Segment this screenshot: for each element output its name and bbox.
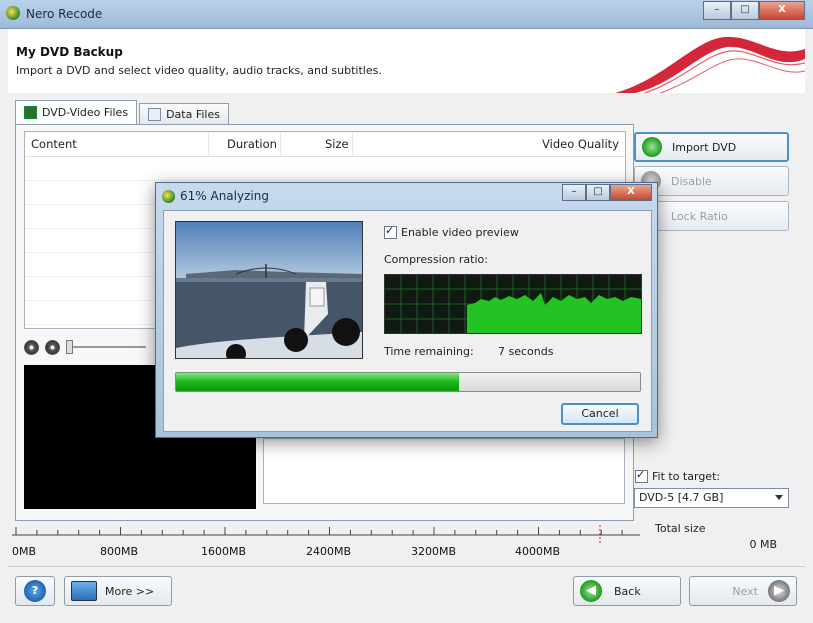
more-button[interactable]: More >> (64, 576, 172, 606)
footer-bar: ? More >> ◀ Back Next ▶ (8, 566, 805, 619)
compression-ratio-graph (384, 274, 642, 334)
target-size-select[interactable]: DVD-5 [4.7 GB] (634, 488, 789, 508)
size-ruler: 0MB 800MB 1600MB 2400MB 3200MB 4000MB (12, 523, 640, 563)
ruler-label: 4000MB (515, 545, 561, 558)
title-bar[interactable]: Nero Recode – □ X (0, 0, 813, 29)
cancel-button[interactable]: Cancel (561, 403, 639, 425)
button-label: Lock Ratio (671, 209, 728, 223)
dialog-close-button[interactable]: X (610, 184, 652, 201)
stream-list-box[interactable] (263, 438, 625, 504)
nero-swoosh-logo (615, 36, 805, 93)
fit-to-target-label: Fit to target: (652, 470, 721, 483)
monitor-icon (71, 581, 97, 601)
total-size-value: 0 MB (749, 538, 777, 551)
player-controls (24, 336, 164, 358)
column-header-duration[interactable]: Duration (209, 132, 281, 156)
back-button[interactable]: ◀ Back (573, 576, 681, 606)
video-preview-image (175, 221, 363, 359)
table-row[interactable] (25, 157, 625, 181)
ruler-label: 1600MB (201, 545, 247, 558)
fit-to-target-checkbox[interactable] (635, 468, 648, 483)
button-label: Back (614, 584, 641, 598)
button-label: Next (732, 584, 758, 598)
ruler-label: 3200MB (411, 545, 457, 558)
document-icon (148, 107, 162, 121)
help-icon: ? (24, 580, 46, 602)
tab-data-files[interactable]: Data Files (139, 103, 229, 124)
button-label: More >> (105, 584, 155, 598)
plus-icon (642, 137, 662, 157)
tab-dvd-video-files[interactable]: DVD-Video Files (15, 100, 138, 124)
compression-ratio-label: Compression ratio: (384, 253, 488, 266)
progress-fill (176, 373, 460, 391)
import-dvd-button[interactable]: Import DVD (634, 132, 789, 162)
dialog-title: 61% Analyzing (180, 189, 269, 203)
total-size-box: Total size 0 MB (647, 520, 785, 560)
button-label: Disable (671, 174, 712, 188)
ruler-label: 2400MB (306, 545, 352, 558)
time-remaining-value: 7 seconds (498, 345, 554, 358)
dialog-body: Enable video preview Compression ratio: … (163, 210, 652, 432)
analyzing-dialog: 61% Analyzing – □ X ✓ Enable video previ… (155, 182, 658, 438)
stop-icon[interactable] (24, 339, 39, 355)
column-header-content[interactable]: Content (25, 132, 209, 156)
window-title: Nero Recode (26, 7, 103, 21)
film-icon (24, 106, 37, 119)
enable-video-preview-checkbox[interactable] (384, 224, 397, 239)
back-arrow-icon: ◀ (580, 580, 602, 602)
page-subtitle: Import a DVD and select video quality, a… (16, 64, 382, 77)
next-button[interactable]: Next ▶ (689, 576, 797, 606)
dialog-minimize-button[interactable]: – (562, 184, 586, 201)
fit-to-target: Fit to target: (635, 468, 721, 483)
chevron-down-icon (775, 495, 783, 500)
tab-label: Data Files (166, 107, 220, 121)
time-remaining-label: Time remaining: (384, 345, 474, 358)
total-size-label: Total size (655, 522, 706, 535)
help-button[interactable]: ? (15, 576, 55, 606)
ruler-label: 800MB (100, 545, 139, 558)
close-button[interactable]: X (759, 1, 805, 20)
maximize-button[interactable]: □ (731, 1, 759, 20)
page-header: My DVD Backup Import a DVD and select vi… (8, 29, 805, 93)
button-label: Import DVD (672, 140, 737, 154)
enable-video-preview: Enable video preview (384, 224, 519, 239)
page-title: My DVD Backup (16, 45, 123, 59)
ruler-label: 0MB (12, 545, 37, 558)
enable-video-preview-label: Enable video preview (401, 226, 519, 239)
select-value: DVD-5 [4.7 GB] (639, 491, 724, 504)
column-header-video-quality[interactable]: Video Quality (353, 132, 625, 156)
tab-label: DVD-Video Files (42, 106, 129, 119)
nero-app-icon (6, 6, 20, 20)
minimize-button[interactable]: – (703, 1, 731, 20)
nero-app-icon (162, 189, 175, 203)
seek-slider[interactable] (66, 340, 146, 354)
ruler-ticks (12, 525, 640, 545)
next-arrow-icon: ▶ (768, 580, 790, 602)
dialog-title-bar[interactable]: 61% Analyzing (162, 189, 269, 203)
dialog-maximize-button[interactable]: □ (586, 184, 610, 201)
analysis-progress-bar (175, 372, 641, 392)
column-header-size[interactable]: Size (281, 132, 353, 156)
play-icon[interactable] (45, 339, 60, 355)
